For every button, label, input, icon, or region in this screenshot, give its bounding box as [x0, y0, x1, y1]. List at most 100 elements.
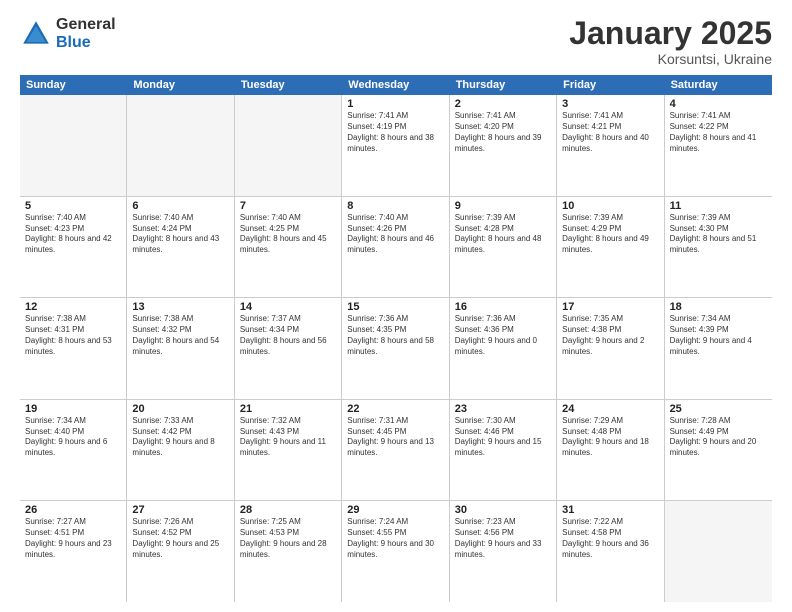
day-number: 8	[347, 200, 443, 212]
day-number: 15	[347, 301, 443, 313]
calendar-cell: 10Sunrise: 7:39 AM Sunset: 4:29 PM Dayli…	[557, 197, 664, 298]
calendar-cell: 13Sunrise: 7:38 AM Sunset: 4:32 PM Dayli…	[127, 298, 234, 399]
calendar-cell: 27Sunrise: 7:26 AM Sunset: 4:52 PM Dayli…	[127, 501, 234, 602]
logo: General Blue	[20, 16, 116, 51]
cell-info: Sunrise: 7:40 AM Sunset: 4:23 PM Dayligh…	[25, 213, 121, 256]
calendar-cell: 22Sunrise: 7:31 AM Sunset: 4:45 PM Dayli…	[342, 400, 449, 501]
weekday-header: Friday	[557, 75, 664, 95]
calendar-cell	[235, 95, 342, 196]
cell-info: Sunrise: 7:39 AM Sunset: 4:30 PM Dayligh…	[670, 213, 767, 256]
calendar-body: 1Sunrise: 7:41 AM Sunset: 4:19 PM Daylig…	[20, 95, 772, 602]
calendar-cell: 18Sunrise: 7:34 AM Sunset: 4:39 PM Dayli…	[665, 298, 772, 399]
cell-info: Sunrise: 7:33 AM Sunset: 4:42 PM Dayligh…	[132, 416, 228, 459]
calendar-cell: 2Sunrise: 7:41 AM Sunset: 4:20 PM Daylig…	[450, 95, 557, 196]
cell-info: Sunrise: 7:32 AM Sunset: 4:43 PM Dayligh…	[240, 416, 336, 459]
day-number: 22	[347, 403, 443, 415]
calendar-cell: 15Sunrise: 7:36 AM Sunset: 4:35 PM Dayli…	[342, 298, 449, 399]
day-number: 3	[562, 98, 658, 110]
calendar-row: 12Sunrise: 7:38 AM Sunset: 4:31 PM Dayli…	[20, 298, 772, 400]
day-number: 26	[25, 504, 121, 516]
cell-info: Sunrise: 7:37 AM Sunset: 4:34 PM Dayligh…	[240, 314, 336, 357]
calendar-row: 5Sunrise: 7:40 AM Sunset: 4:23 PM Daylig…	[20, 197, 772, 299]
calendar-row: 26Sunrise: 7:27 AM Sunset: 4:51 PM Dayli…	[20, 501, 772, 602]
cell-info: Sunrise: 7:26 AM Sunset: 4:52 PM Dayligh…	[132, 517, 228, 560]
calendar-cell: 30Sunrise: 7:23 AM Sunset: 4:56 PM Dayli…	[450, 501, 557, 602]
calendar-cell	[127, 95, 234, 196]
day-number: 30	[455, 504, 551, 516]
weekday-header: Sunday	[20, 75, 127, 95]
calendar-cell: 14Sunrise: 7:37 AM Sunset: 4:34 PM Dayli…	[235, 298, 342, 399]
calendar-cell: 1Sunrise: 7:41 AM Sunset: 4:19 PM Daylig…	[342, 95, 449, 196]
cell-info: Sunrise: 7:34 AM Sunset: 4:40 PM Dayligh…	[25, 416, 121, 459]
day-number: 21	[240, 403, 336, 415]
calendar-cell: 7Sunrise: 7:40 AM Sunset: 4:25 PM Daylig…	[235, 197, 342, 298]
calendar-row: 1Sunrise: 7:41 AM Sunset: 4:19 PM Daylig…	[20, 95, 772, 197]
day-number: 29	[347, 504, 443, 516]
day-number: 10	[562, 200, 658, 212]
calendar-cell: 6Sunrise: 7:40 AM Sunset: 4:24 PM Daylig…	[127, 197, 234, 298]
month-title: January 2025	[569, 16, 772, 51]
cell-info: Sunrise: 7:39 AM Sunset: 4:29 PM Dayligh…	[562, 213, 658, 256]
day-number: 5	[25, 200, 121, 212]
day-number: 16	[455, 301, 551, 313]
weekday-header: Thursday	[450, 75, 557, 95]
day-number: 17	[562, 301, 658, 313]
day-number: 9	[455, 200, 551, 212]
calendar-cell: 9Sunrise: 7:39 AM Sunset: 4:28 PM Daylig…	[450, 197, 557, 298]
cell-info: Sunrise: 7:24 AM Sunset: 4:55 PM Dayligh…	[347, 517, 443, 560]
logo-text: General Blue	[56, 16, 116, 51]
day-number: 7	[240, 200, 336, 212]
calendar-cell: 5Sunrise: 7:40 AM Sunset: 4:23 PM Daylig…	[20, 197, 127, 298]
calendar-cell: 12Sunrise: 7:38 AM Sunset: 4:31 PM Dayli…	[20, 298, 127, 399]
subtitle: Korsuntsi, Ukraine	[569, 51, 772, 67]
cell-info: Sunrise: 7:30 AM Sunset: 4:46 PM Dayligh…	[455, 416, 551, 459]
calendar-cell: 20Sunrise: 7:33 AM Sunset: 4:42 PM Dayli…	[127, 400, 234, 501]
day-number: 31	[562, 504, 658, 516]
cell-info: Sunrise: 7:22 AM Sunset: 4:58 PM Dayligh…	[562, 517, 658, 560]
cell-info: Sunrise: 7:34 AM Sunset: 4:39 PM Dayligh…	[670, 314, 767, 357]
title-section: January 2025 Korsuntsi, Ukraine	[569, 16, 772, 67]
weekday-header: Saturday	[665, 75, 772, 95]
day-number: 23	[455, 403, 551, 415]
weekday-header: Wednesday	[342, 75, 449, 95]
calendar-cell: 3Sunrise: 7:41 AM Sunset: 4:21 PM Daylig…	[557, 95, 664, 196]
cell-info: Sunrise: 7:35 AM Sunset: 4:38 PM Dayligh…	[562, 314, 658, 357]
day-number: 27	[132, 504, 228, 516]
logo-icon	[20, 18, 52, 50]
calendar-row: 19Sunrise: 7:34 AM Sunset: 4:40 PM Dayli…	[20, 400, 772, 502]
calendar-cell: 28Sunrise: 7:25 AM Sunset: 4:53 PM Dayli…	[235, 501, 342, 602]
cell-info: Sunrise: 7:41 AM Sunset: 4:19 PM Dayligh…	[347, 111, 443, 154]
cell-info: Sunrise: 7:31 AM Sunset: 4:45 PM Dayligh…	[347, 416, 443, 459]
day-number: 1	[347, 98, 443, 110]
calendar-cell: 16Sunrise: 7:36 AM Sunset: 4:36 PM Dayli…	[450, 298, 557, 399]
cell-info: Sunrise: 7:40 AM Sunset: 4:24 PM Dayligh…	[132, 213, 228, 256]
cell-info: Sunrise: 7:27 AM Sunset: 4:51 PM Dayligh…	[25, 517, 121, 560]
calendar-cell: 17Sunrise: 7:35 AM Sunset: 4:38 PM Dayli…	[557, 298, 664, 399]
day-number: 19	[25, 403, 121, 415]
day-number: 12	[25, 301, 121, 313]
day-number: 14	[240, 301, 336, 313]
day-number: 25	[670, 403, 767, 415]
cell-info: Sunrise: 7:41 AM Sunset: 4:22 PM Dayligh…	[670, 111, 767, 154]
calendar-cell: 21Sunrise: 7:32 AM Sunset: 4:43 PM Dayli…	[235, 400, 342, 501]
cell-info: Sunrise: 7:28 AM Sunset: 4:49 PM Dayligh…	[670, 416, 767, 459]
calendar-cell	[665, 501, 772, 602]
page: General Blue January 2025 Korsuntsi, Ukr…	[0, 0, 792, 612]
day-number: 20	[132, 403, 228, 415]
calendar-cell: 8Sunrise: 7:40 AM Sunset: 4:26 PM Daylig…	[342, 197, 449, 298]
calendar-cell: 19Sunrise: 7:34 AM Sunset: 4:40 PM Dayli…	[20, 400, 127, 501]
header: General Blue January 2025 Korsuntsi, Ukr…	[20, 16, 772, 67]
cell-info: Sunrise: 7:40 AM Sunset: 4:25 PM Dayligh…	[240, 213, 336, 256]
calendar-cell: 24Sunrise: 7:29 AM Sunset: 4:48 PM Dayli…	[557, 400, 664, 501]
cell-info: Sunrise: 7:41 AM Sunset: 4:21 PM Dayligh…	[562, 111, 658, 154]
day-number: 28	[240, 504, 336, 516]
calendar-cell: 31Sunrise: 7:22 AM Sunset: 4:58 PM Dayli…	[557, 501, 664, 602]
cell-info: Sunrise: 7:39 AM Sunset: 4:28 PM Dayligh…	[455, 213, 551, 256]
calendar-cell	[20, 95, 127, 196]
day-number: 13	[132, 301, 228, 313]
cell-info: Sunrise: 7:38 AM Sunset: 4:31 PM Dayligh…	[25, 314, 121, 357]
calendar-cell: 23Sunrise: 7:30 AM Sunset: 4:46 PM Dayli…	[450, 400, 557, 501]
cell-info: Sunrise: 7:40 AM Sunset: 4:26 PM Dayligh…	[347, 213, 443, 256]
calendar-cell: 29Sunrise: 7:24 AM Sunset: 4:55 PM Dayli…	[342, 501, 449, 602]
cell-info: Sunrise: 7:36 AM Sunset: 4:35 PM Dayligh…	[347, 314, 443, 357]
